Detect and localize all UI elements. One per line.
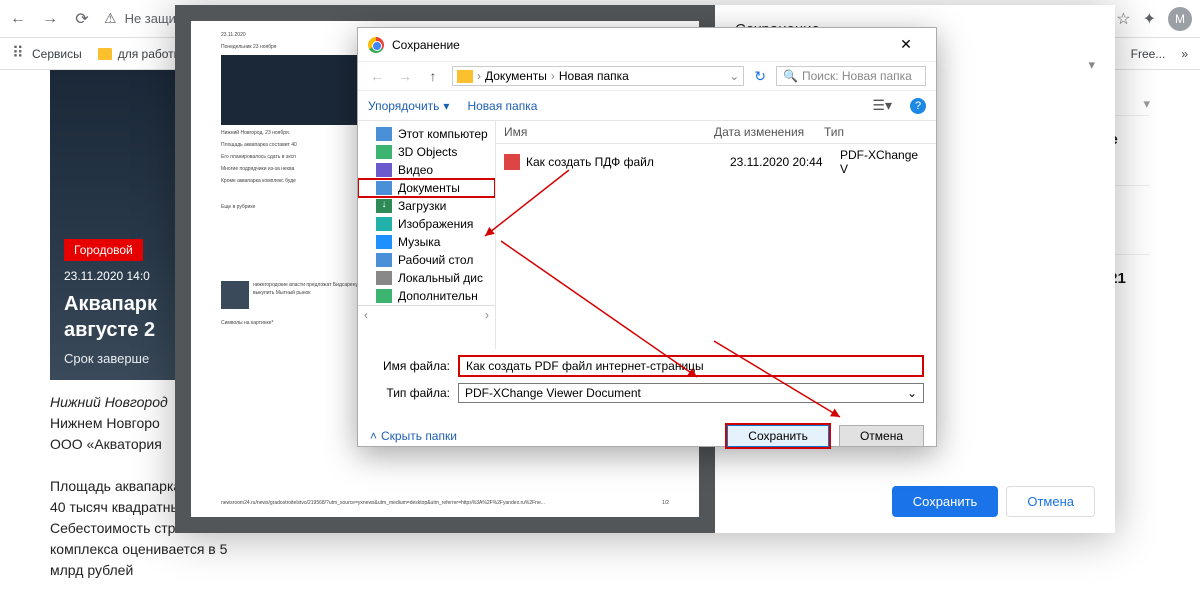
tree-3d-objects[interactable]: 3D Objects: [358, 143, 495, 161]
col-name[interactable]: Имя: [504, 125, 714, 139]
print-cancel-button[interactable]: Отмена: [1006, 486, 1095, 517]
chevron-down-icon: ▾: [1143, 96, 1150, 112]
folder-tree: Этот компьютер 3D Objects Видео Документ…: [358, 121, 496, 349]
category-badge[interactable]: Городовой: [64, 239, 143, 261]
dialog-titlebar: Сохранение ✕: [358, 28, 936, 61]
view-options-icon[interactable]: ☰▾: [872, 97, 892, 114]
tree-extra[interactable]: Дополнительн: [358, 287, 495, 305]
bookmark-free[interactable]: Free...: [1131, 47, 1166, 61]
dialog-footer: ˄Скрыть папки Сохранить Отмена: [358, 415, 936, 459]
search-icon: 🔍: [783, 69, 798, 83]
file-date: 23.11.2020 20:44: [730, 155, 840, 169]
organize-menu[interactable]: Упорядочить ▾: [368, 99, 449, 113]
dialog-toolbar: Упорядочить ▾ Новая папка ☰▾ ?: [358, 91, 936, 121]
chrome-icon: [368, 37, 384, 53]
reload-button[interactable]: ⟳: [72, 9, 92, 29]
cancel-button[interactable]: Отмена: [839, 425, 924, 447]
file-list-header: Имя Дата изменения Тип: [496, 121, 936, 144]
file-row[interactable]: Как создать ПДФ файл 23.11.2020 20:44 PD…: [496, 144, 936, 180]
tree-scrollbar[interactable]: ‹›: [358, 305, 495, 324]
refresh-icon[interactable]: ↻: [754, 68, 766, 85]
close-button[interactable]: ✕: [886, 36, 926, 53]
help-icon[interactable]: ?: [910, 98, 926, 114]
apps-shortcut[interactable]: Сервисы: [12, 47, 82, 61]
file-type: PDF-XChange V: [840, 148, 928, 176]
dialog-nav: ← → ↑ › Документы › Новая папка ⌄ ↻ 🔍Пои…: [358, 61, 936, 91]
extensions-icon[interactable]: ✦: [1143, 9, 1156, 29]
tree-downloads[interactable]: ↓Загрузки: [358, 197, 495, 215]
profile-avatar[interactable]: М: [1168, 7, 1192, 31]
tree-desktop[interactable]: Рабочий стол: [358, 251, 495, 269]
folder-icon: [98, 48, 112, 60]
col-date[interactable]: Дата изменения: [714, 125, 824, 139]
col-type[interactable]: Тип: [824, 125, 928, 139]
chevron-down-icon: ⌄: [907, 386, 917, 400]
download-icon: ↓: [376, 199, 392, 213]
bookmarks-overflow[interactable]: »: [1181, 47, 1188, 61]
forward-button[interactable]: →: [40, 9, 60, 29]
file-name: Как создать ПДФ файл: [526, 155, 730, 169]
file-list: Имя Дата изменения Тип Как создать ПДФ ф…: [496, 121, 936, 349]
warning-icon: ⚠: [104, 10, 117, 27]
filename-input[interactable]: Как создать PDF файл интернет-страницы: [458, 355, 924, 377]
tree-images[interactable]: Изображения: [358, 215, 495, 233]
dialog-fields: Имя файла: Как создать PDF файл интернет…: [358, 349, 936, 415]
tree-music[interactable]: Музыка: [358, 233, 495, 251]
chevron-down-icon: ▾: [443, 99, 449, 113]
hide-folders-toggle[interactable]: ˄Скрыть папки: [370, 429, 457, 443]
search-input[interactable]: 🔍Поиск: Новая папка: [776, 66, 926, 86]
save-as-dialog: Сохранение ✕ ← → ↑ › Документы › Новая п…: [357, 27, 937, 447]
document-icon: [376, 181, 392, 195]
nav-forward-icon[interactable]: →: [396, 68, 414, 84]
save-button[interactable]: Сохранить: [727, 425, 829, 447]
tree-documents[interactable]: Документы: [358, 179, 495, 197]
pdf-file-icon: [504, 154, 520, 170]
nav-up-icon[interactable]: ↑: [424, 68, 442, 84]
filename-label: Имя файла:: [370, 359, 458, 373]
bookmark-folder[interactable]: для работы: [98, 47, 183, 61]
back-button[interactable]: ←: [8, 9, 28, 29]
music-icon: [376, 235, 392, 249]
tree-this-pc[interactable]: Этот компьютер: [358, 125, 495, 143]
dialog-title: Сохранение: [392, 38, 460, 52]
print-save-button[interactable]: Сохранить: [892, 486, 999, 517]
cube-icon: [376, 145, 392, 159]
nav-back-icon[interactable]: ←: [368, 68, 386, 84]
folder-icon: [457, 70, 473, 83]
filetype-label: Тип файла:: [370, 386, 458, 400]
tree-local-disk[interactable]: Локальный дис: [358, 269, 495, 287]
apps-icon: [12, 47, 26, 61]
breadcrumb[interactable]: Новая папка: [559, 69, 629, 83]
disk-icon: [376, 271, 392, 285]
image-icon: [376, 217, 392, 231]
tree-videos[interactable]: Видео: [358, 161, 495, 179]
chevron-down-icon[interactable]: ⌄: [729, 69, 739, 83]
video-icon: [376, 163, 392, 177]
new-folder-button[interactable]: Новая папка: [467, 99, 537, 113]
chevron-up-icon: ˄: [370, 429, 377, 443]
path-bar[interactable]: › Документы › Новая папка ⌄: [452, 66, 744, 86]
desktop-icon: [376, 253, 392, 267]
breadcrumb[interactable]: Документы: [485, 69, 547, 83]
star-icon[interactable]: ☆: [1116, 9, 1130, 29]
pc-icon: [376, 127, 392, 141]
plus-icon: [376, 289, 392, 303]
filetype-combo[interactable]: PDF-XChange Viewer Document⌄: [458, 383, 924, 403]
